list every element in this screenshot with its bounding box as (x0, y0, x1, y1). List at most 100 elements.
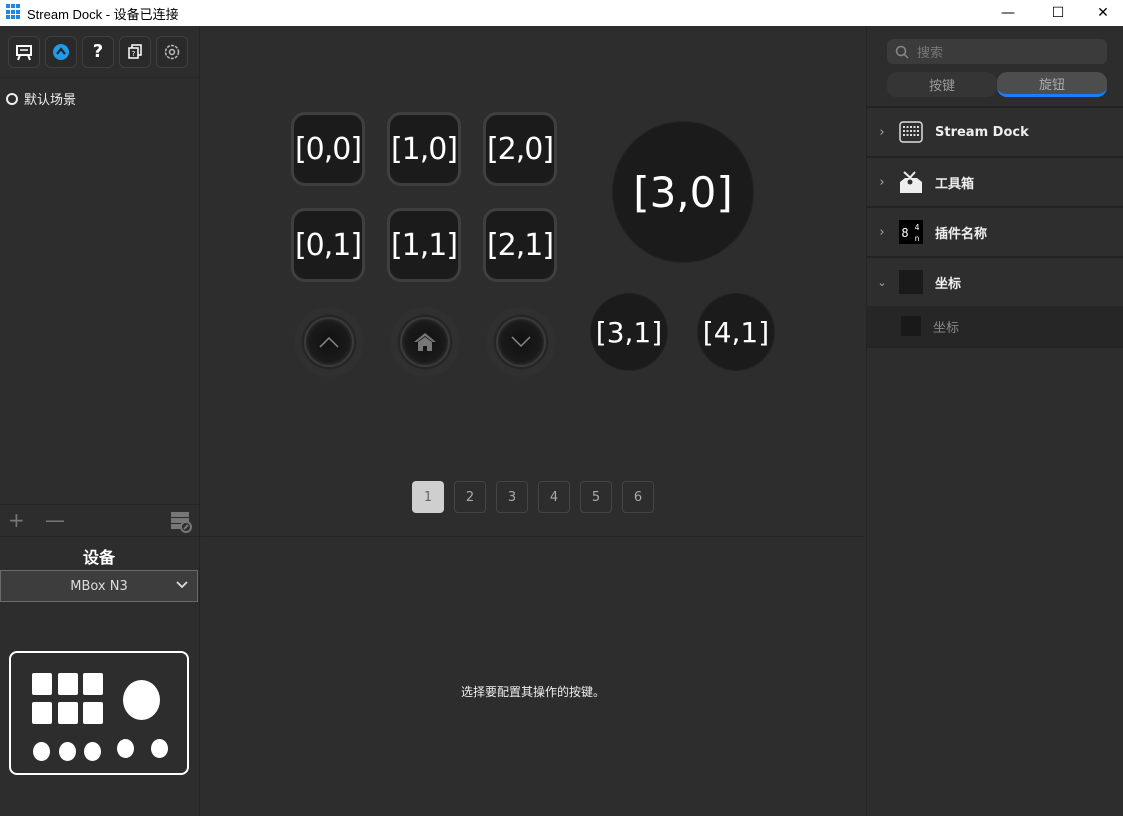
left-toolbar: ? ? (0, 26, 199, 78)
scene-manager-icon[interactable] (170, 511, 192, 533)
category-label: 坐标 (935, 276, 962, 292)
page-button-3[interactable]: 3 (496, 481, 528, 513)
presentation-button[interactable] (8, 35, 40, 68)
device-button-shape (117, 739, 134, 758)
property-inspector: 选择要配置其操作的按键。 (201, 536, 865, 816)
svg-text:n: n (915, 234, 920, 243)
scene-label: 默认场景 (24, 93, 77, 108)
toolbox-icon (900, 171, 922, 193)
chevron-down-icon (176, 581, 188, 589)
center-panel: [0,0] [1,0] [2,0] [0,1] [1,1] [2,1] [3,0… (201, 26, 865, 816)
add-scene-button[interactable]: + (8, 508, 25, 532)
device-knob-shape (123, 680, 160, 720)
app-store-button[interactable] (45, 35, 77, 68)
device-preview-image (9, 651, 189, 775)
category-toolbox[interactable]: › 工具箱 (867, 156, 1123, 206)
remove-scene-button[interactable]: — (45, 508, 65, 532)
category-label: 工具箱 (935, 176, 975, 192)
key-1-1[interactable]: [1,1] (387, 208, 461, 282)
select-key-hint: 选择要配置其操作的按键。 (460, 685, 605, 699)
key-2-0[interactable]: [2,0] (483, 112, 557, 186)
page-down-button[interactable] (486, 307, 556, 377)
category-coordinates[interactable]: ⌄ 坐标 (867, 256, 1123, 306)
search-icon (895, 45, 909, 59)
page-selector: 1 2 3 4 5 6 (412, 481, 654, 513)
scene-controls: + — (0, 504, 200, 537)
chevron-down-icon (511, 336, 531, 348)
page-button-4[interactable]: 4 (538, 481, 570, 513)
chevron-down-icon: ⌄ (877, 275, 887, 289)
key-2-1[interactable]: [2,1] (483, 208, 557, 282)
settings-button[interactable] (156, 35, 188, 68)
scene-item[interactable]: 默认场景 (6, 89, 76, 108)
device-select[interactable]: MBox N3 (0, 570, 198, 602)
digit-display-icon: 8 4 n (899, 220, 923, 244)
home-icon (414, 333, 436, 351)
action-list-panel: 搜索 按键 旋钮 › Stream Dock › 工具箱 › 84 n 插件名称 … (866, 26, 1123, 816)
key-0-1[interactable]: [0,1] (291, 208, 365, 282)
blank-square-icon (899, 270, 923, 294)
category-stream-dock[interactable]: › Stream Dock (867, 106, 1123, 156)
search-placeholder: 搜索 (917, 46, 944, 61)
presentation-icon (16, 44, 32, 60)
close-icon: ✕ (1097, 5, 1109, 21)
knob-3-0[interactable]: [3,0] (613, 122, 753, 262)
device-key-shape (58, 673, 78, 695)
knob-4-1[interactable]: [4,1] (698, 294, 774, 370)
device-button-shape (151, 739, 168, 758)
action-tabs: 按键 旋钮 (887, 72, 1107, 97)
svg-text:?: ? (132, 50, 136, 58)
svg-text:8: 8 (901, 226, 908, 240)
device-button-shape (33, 742, 50, 761)
chevron-right-icon: › (879, 224, 885, 240)
copy-help-button[interactable]: ? (119, 35, 151, 68)
key-0-0[interactable]: [0,0] (291, 112, 365, 186)
page-up-button[interactable] (294, 307, 364, 377)
tab-knobs[interactable]: 旋钮 (997, 72, 1107, 97)
minimize-button[interactable]: — (985, 0, 1031, 26)
chevron-right-icon: › (879, 124, 885, 140)
chevron-up-icon (319, 336, 339, 348)
key-1-0[interactable]: [1,0] (387, 112, 461, 186)
device-key-shape (32, 702, 52, 724)
settings-icon (164, 44, 180, 59)
device-key-shape (58, 702, 78, 724)
device-button-shape (59, 742, 76, 761)
home-button[interactable] (390, 307, 460, 377)
minimize-icon: — (1001, 5, 1015, 21)
blank-square-icon (901, 316, 921, 336)
action-item-coordinates[interactable]: 坐标 (867, 306, 1123, 346)
page-button-2[interactable]: 2 (454, 481, 486, 513)
chevron-right-icon: › (879, 174, 885, 190)
svg-text:4: 4 (915, 223, 920, 232)
title-bar: Stream Dock - 设备已连接 — ☐ ✕ (0, 0, 1123, 26)
device-key-shape (83, 673, 103, 695)
help-button[interactable]: ? (82, 35, 114, 68)
app-icon (6, 4, 22, 20)
device-key-shape (83, 702, 103, 724)
device-select-value: MBox N3 (70, 578, 128, 594)
close-button[interactable]: ✕ (1080, 0, 1123, 26)
category-plugin-name[interactable]: › 84 n 插件名称 (867, 206, 1123, 256)
page-button-1[interactable]: 1 (412, 481, 444, 513)
search-input[interactable]: 搜索 (887, 39, 1107, 64)
category-list: › Stream Dock › 工具箱 › 84 n 插件名称 ⌄ 坐标 坐标 (867, 106, 1123, 346)
action-label: 坐标 (933, 320, 960, 336)
copy-help-icon: ? (128, 43, 142, 59)
app-store-icon (53, 43, 69, 60)
knob-3-1[interactable]: [3,1] (591, 294, 667, 370)
page-button-5[interactable]: 5 (580, 481, 612, 513)
device-button-shape (84, 742, 101, 761)
category-label: Stream Dock (935, 124, 1029, 140)
maximize-button[interactable]: ☐ (1035, 0, 1081, 26)
window-title: Stream Dock - 设备已连接 (27, 7, 179, 22)
action-list-empty-area (867, 346, 1123, 816)
grid-keypad-icon (899, 121, 923, 143)
device-key-shape (32, 673, 52, 695)
tab-keys[interactable]: 按键 (887, 72, 997, 97)
scene-radio-icon (6, 92, 18, 105)
maximize-icon: ☐ (1051, 5, 1065, 21)
device-label: 设备 (82, 548, 115, 567)
page-button-6[interactable]: 6 (622, 481, 654, 513)
left-panel: ? ? 默认场景 + — 设备 MBox N3 (0, 26, 200, 816)
